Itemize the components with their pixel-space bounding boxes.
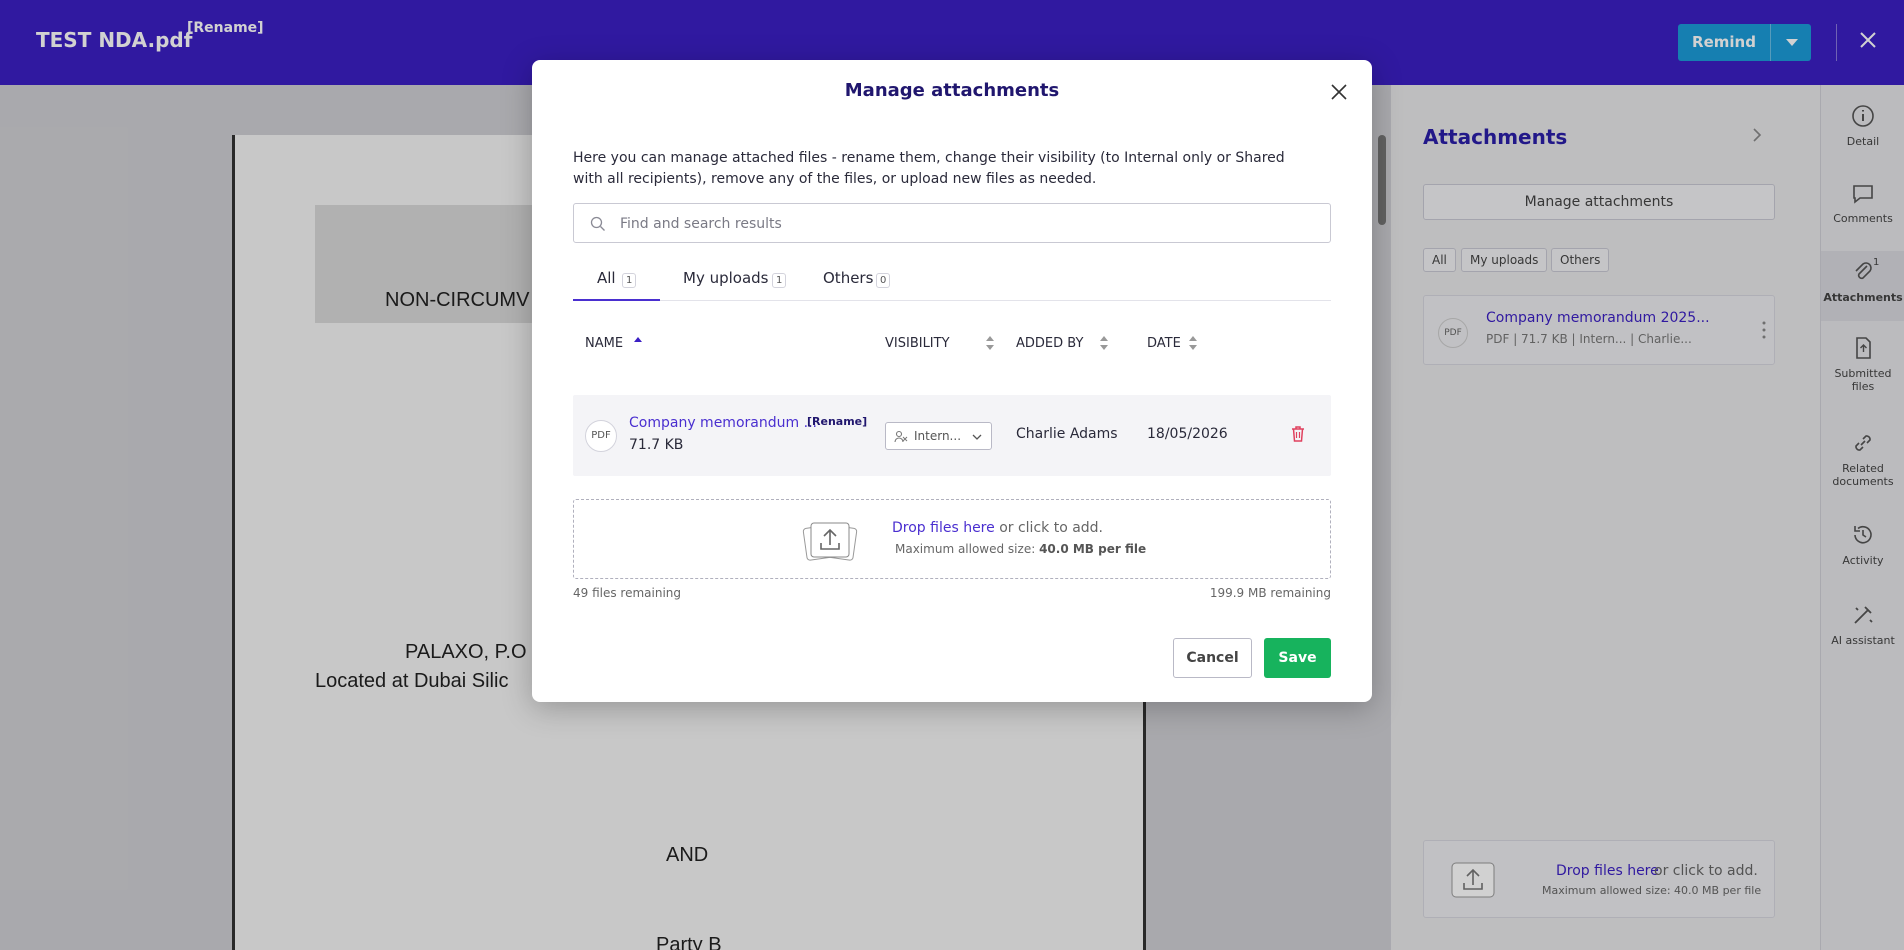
tab-count: 0 [876, 273, 891, 288]
trash-icon[interactable] [1290, 425, 1306, 443]
filter-tabs: All 1 My uploads 1 Others 0 [573, 263, 1331, 301]
save-button[interactable]: Save [1264, 638, 1331, 678]
manage-attachments-dialog: Manage attachments Here you can manage a… [532, 60, 1372, 702]
sort-icon[interactable] [1188, 334, 1198, 352]
file-size: 71.7 KB [629, 437, 684, 453]
internal-user-icon [894, 430, 908, 443]
date-added: 18/05/2026 [1147, 426, 1228, 442]
table-row: PDF Company memorandum ... [Rename] 71.7… [573, 395, 1331, 476]
table-header: NAME VISIBILITY ADDED BY DATE [573, 328, 1331, 358]
sort-ascending-icon[interactable] [633, 334, 643, 352]
cancel-button[interactable]: Cancel [1173, 638, 1252, 678]
size-remaining: 199.9 MB remaining [1209, 586, 1331, 600]
dropzone-limit: Maximum allowed size: 40.0 MB per file [895, 542, 1147, 556]
dialog-description: Here you can manage attached files - ren… [573, 150, 1285, 187]
upload-icon [802, 522, 858, 561]
visibility-select[interactable]: Intern... [885, 422, 992, 450]
tab-my-uploads[interactable]: My uploads 1 [673, 263, 793, 301]
file-dropzone[interactable]: Drop files here or click to add. Maximum… [573, 499, 1331, 579]
tab-label: My uploads [683, 269, 769, 287]
files-remaining: 49 files remaining [573, 586, 682, 600]
column-header-visibility[interactable]: VISIBILITY [885, 336, 950, 351]
column-header-date[interactable]: DATE [1147, 336, 1181, 351]
added-by: Charlie Adams [1016, 426, 1118, 442]
tab-count: 1 [622, 273, 637, 288]
tab-label: Others [823, 269, 874, 287]
tab-label: All [597, 269, 616, 287]
search-input[interactable] [620, 212, 1310, 236]
column-header-name[interactable]: NAME [585, 336, 623, 351]
drop-files-link[interactable]: Drop files here [892, 520, 995, 536]
search-icon [590, 216, 605, 231]
dropzone-text: Drop files here or click to add. [892, 520, 1104, 536]
tab-others[interactable]: Others 0 [809, 263, 899, 301]
column-header-added-by[interactable]: ADDED BY [1016, 336, 1083, 351]
tab-all[interactable]: All 1 [573, 263, 660, 301]
sort-icon[interactable] [985, 334, 995, 352]
file-name-link[interactable]: Company memorandum ... [629, 415, 817, 431]
sort-icon[interactable] [1099, 334, 1109, 352]
rename-file-link[interactable]: [Rename] [807, 415, 867, 428]
tab-count: 1 [772, 273, 787, 288]
search-box[interactable] [573, 203, 1331, 243]
pdf-icon: PDF [585, 420, 617, 452]
chevron-down-icon [972, 434, 982, 440]
visibility-value: Intern... [914, 429, 962, 443]
dialog-title: Manage attachments [844, 80, 1060, 101]
close-icon[interactable] [1329, 82, 1349, 102]
